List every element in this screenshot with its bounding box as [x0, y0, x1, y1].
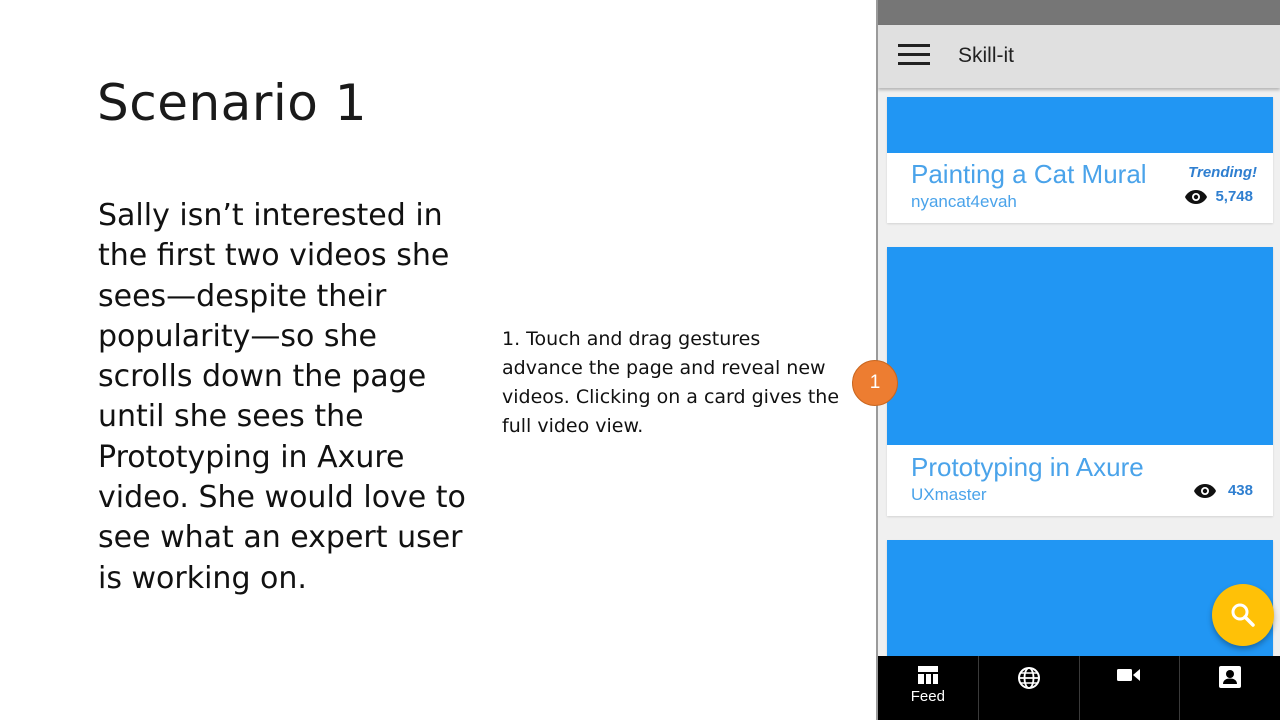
search-icon	[1231, 603, 1255, 627]
account-box-icon	[1219, 666, 1242, 688]
scenario-description: Sally isn’t interested in the first two …	[98, 198, 466, 596]
slide-title: Scenario 1	[97, 74, 368, 132]
eye-icon	[1185, 189, 1208, 204]
search-fab[interactable]	[1212, 584, 1274, 646]
nav-item-explore[interactable]	[979, 656, 1080, 720]
phone-mockup: Skill-it Painting a Cat Mural nyancat4ev…	[876, 0, 1280, 720]
nav-label-feed: Feed	[910, 688, 945, 705]
view-count: 5,748	[1185, 188, 1253, 205]
view-count-value: 5,748	[1215, 188, 1253, 205]
video-card[interactable]: Prototyping in Axure UXmaster 438	[887, 247, 1273, 516]
video-card[interactable]: Painting a Cat Mural nyancat4evah Trendi…	[887, 97, 1273, 223]
nav-item-profile[interactable]	[1180, 656, 1280, 720]
bottom-navigation: Feed	[878, 656, 1280, 720]
annotation-note: 1. Touch and drag gestures advance the p…	[502, 328, 840, 437]
video-title: Painting a Cat Mural	[911, 159, 1147, 189]
menu-icon[interactable]	[898, 44, 932, 68]
view-count: 438	[1193, 482, 1253, 499]
trending-badge: Trending!	[1188, 164, 1257, 181]
video-author: UXmaster	[911, 485, 987, 504]
video-title: Prototyping in Axure	[911, 452, 1144, 482]
video-thumbnail[interactable]	[887, 247, 1273, 445]
view-count-value: 438	[1227, 482, 1253, 499]
status-bar	[878, 0, 1280, 25]
nav-item-video[interactable]	[1080, 656, 1181, 720]
globe-icon	[1017, 667, 1040, 689]
video-thumbnail[interactable]	[887, 97, 1273, 153]
nav-item-feed[interactable]: Feed	[878, 656, 979, 720]
eye-icon	[1193, 483, 1216, 498]
app-title: Skill-it	[958, 44, 1014, 67]
app-bar: Skill-it	[878, 25, 1280, 88]
annotation-marker: 1	[852, 360, 898, 406]
video-author: nyancat4evah	[911, 192, 1017, 211]
feed-icon	[917, 666, 938, 684]
video-camera-icon	[1117, 669, 1141, 681]
